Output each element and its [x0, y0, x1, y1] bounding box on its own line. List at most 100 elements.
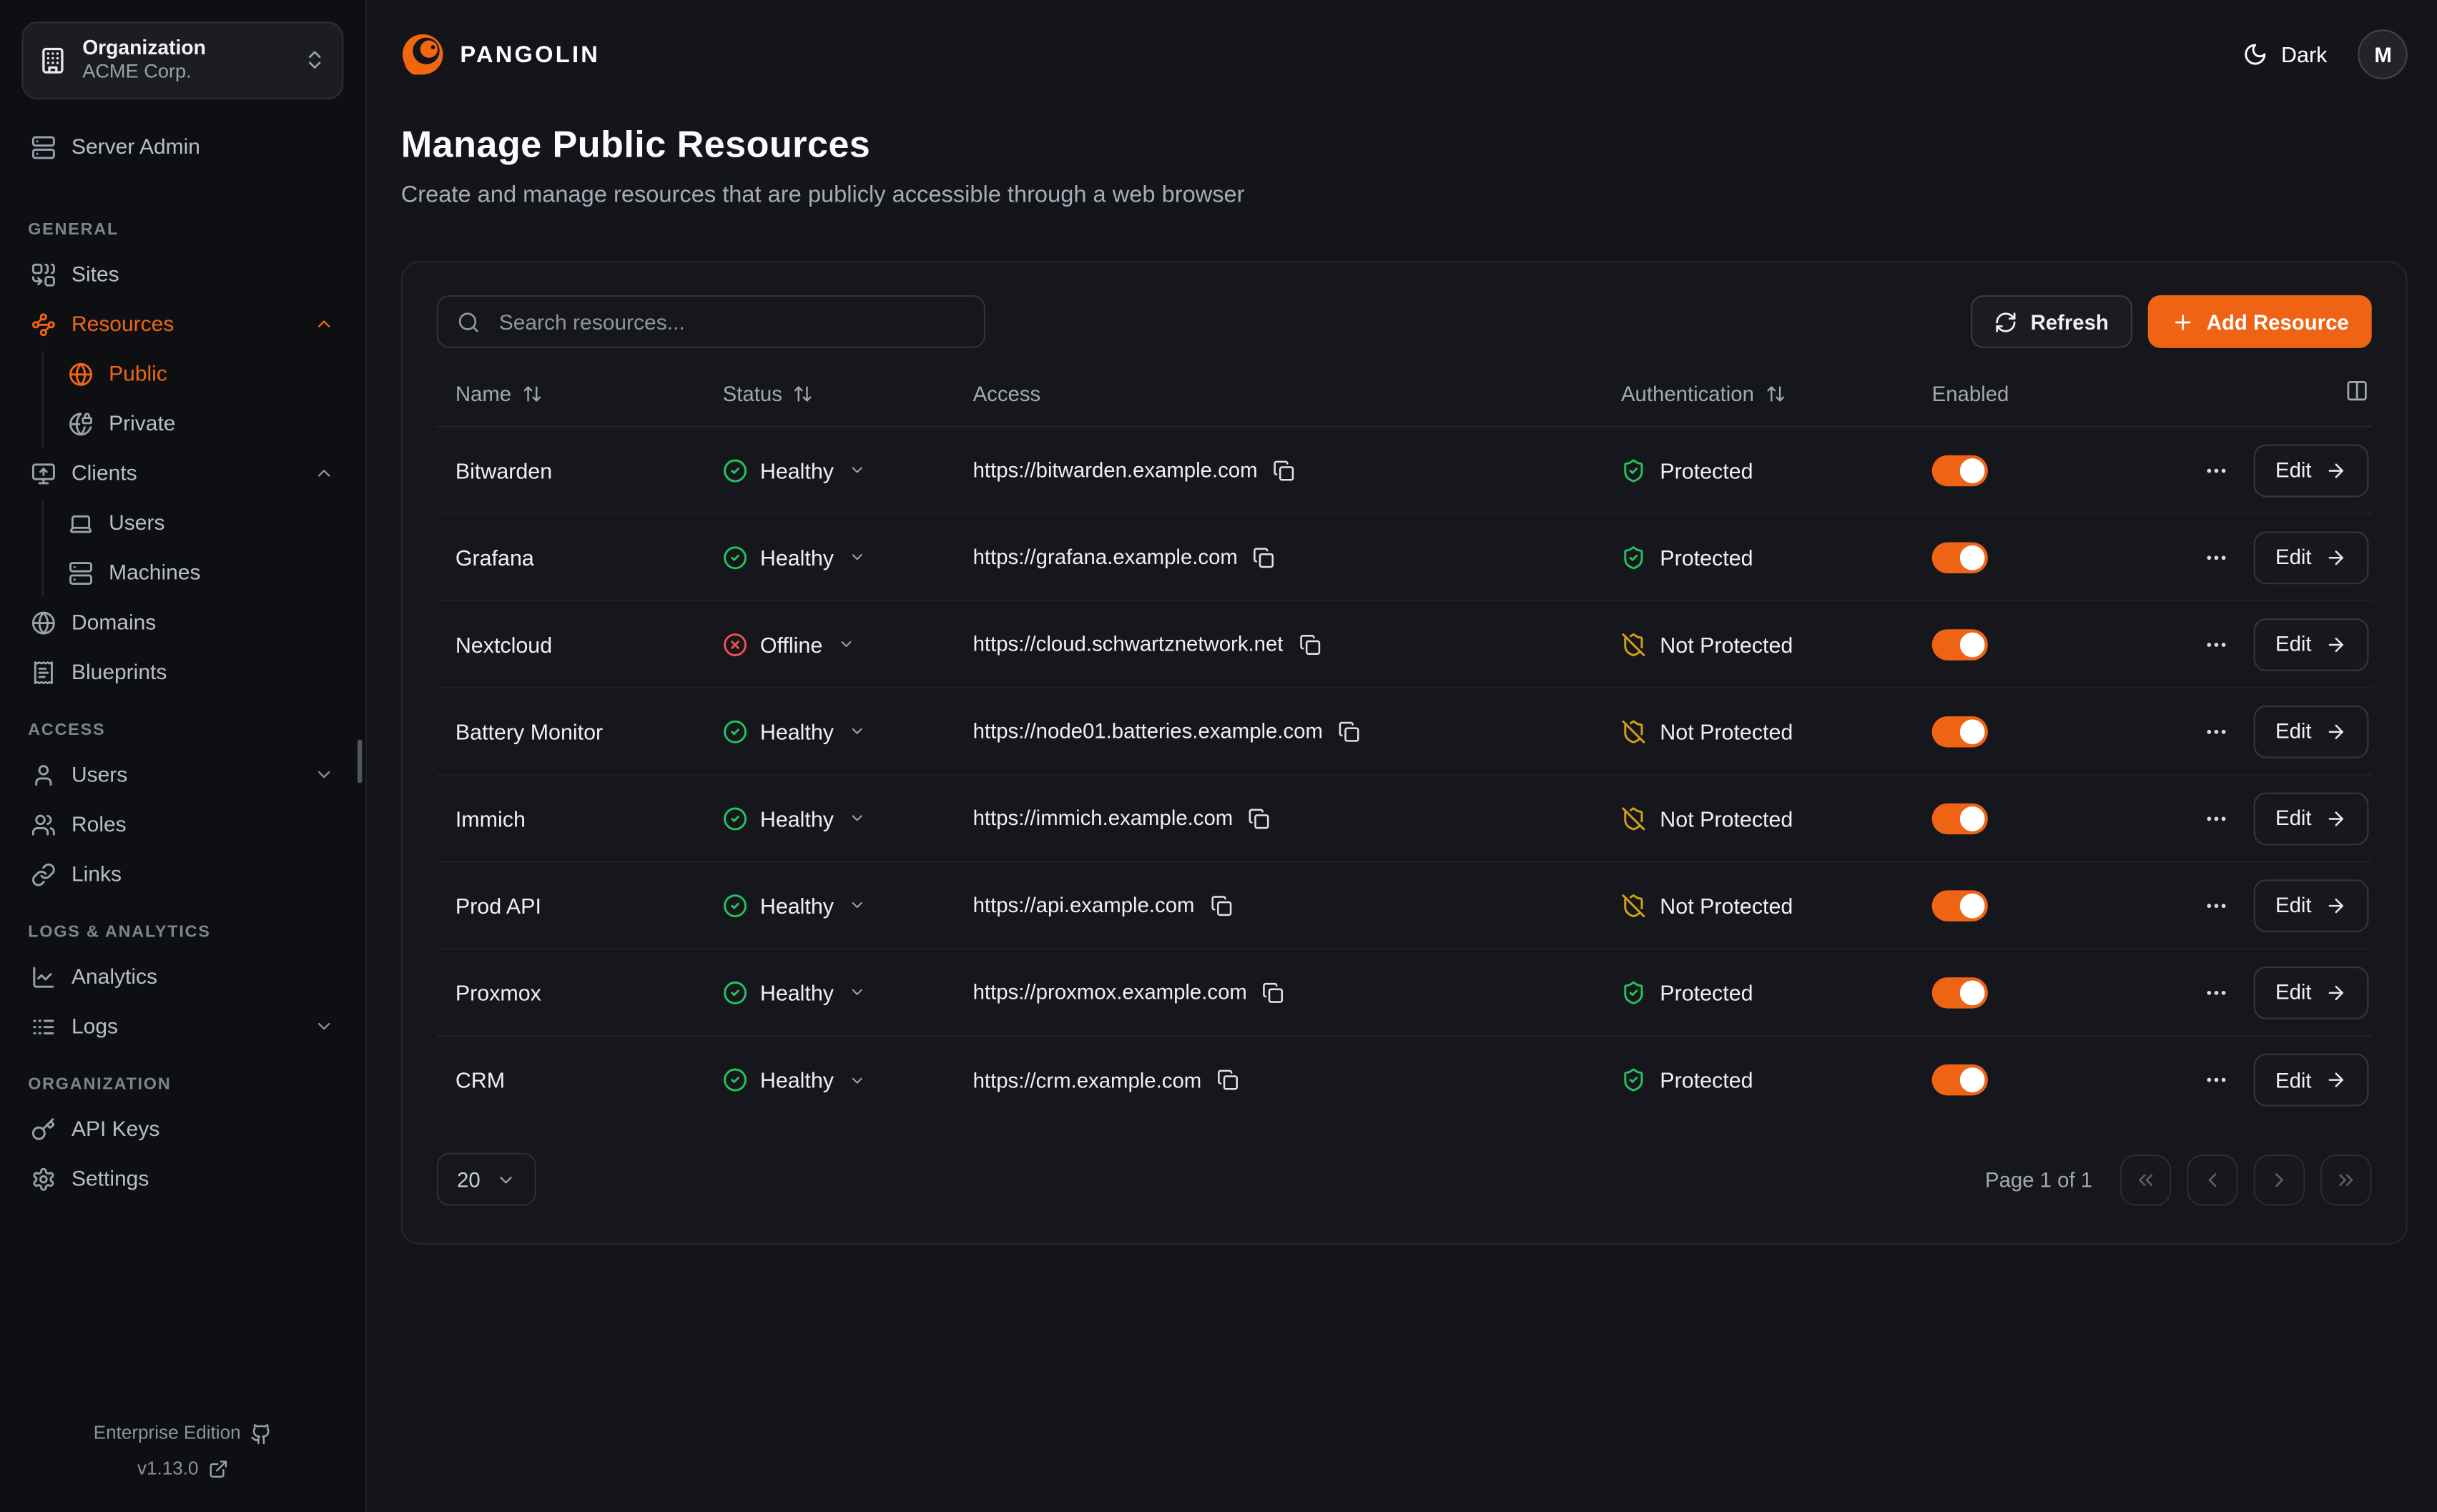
column-header-name[interactable]: Name — [437, 382, 704, 405]
sidebar-item-blueprints[interactable]: Blueprints — [21, 649, 343, 696]
row-more-button[interactable] — [2204, 979, 2229, 1004]
first-page-button[interactable] — [2120, 1154, 2172, 1205]
status-label: Healthy — [760, 893, 834, 918]
sidebar-item-sites[interactable]: Sites — [21, 252, 343, 298]
next-page-button[interactable] — [2254, 1154, 2305, 1205]
row-more-button[interactable] — [2204, 458, 2229, 483]
arrow-right-icon — [2325, 1069, 2347, 1090]
enabled-toggle[interactable] — [1932, 977, 1988, 1007]
enabled-toggle[interactable] — [1932, 541, 1988, 572]
add-resource-button[interactable]: Add Resource — [2147, 295, 2372, 348]
sort-icon[interactable] — [793, 383, 813, 403]
edit-button[interactable]: Edit — [2254, 791, 2369, 844]
row-more-button[interactable] — [2204, 893, 2229, 918]
status-dropdown[interactable]: Healthy — [704, 979, 955, 1004]
sidebar-item-private[interactable]: Private — [59, 400, 344, 447]
sidebar-item-roles[interactable]: Roles — [21, 801, 343, 848]
status-label: Offline — [760, 632, 822, 657]
status-dropdown[interactable]: Healthy — [704, 1067, 955, 1092]
access-cell: https://crm.example.com — [955, 1068, 1602, 1092]
enabled-toggle[interactable] — [1932, 803, 1988, 834]
version-row[interactable]: v1.13.0 — [21, 1451, 343, 1487]
copy-url-button[interactable] — [1254, 546, 1275, 568]
status-dropdown[interactable]: Healthy — [704, 458, 955, 483]
sidebar-item-settings[interactable]: Settings — [21, 1156, 343, 1202]
copy-url-button[interactable] — [1299, 633, 1320, 655]
avatar[interactable]: M — [2358, 29, 2408, 79]
chevron-left-icon — [2201, 1167, 2225, 1191]
sidebar-item-logs[interactable]: Logs — [21, 1004, 343, 1050]
column-header-authentication[interactable]: Authentication — [1602, 382, 1914, 405]
sidebar-item-machines[interactable]: Machines — [59, 550, 344, 596]
copy-url-button[interactable] — [1273, 459, 1294, 480]
edit-button[interactable]: Edit — [2254, 966, 2369, 1019]
enabled-toggle[interactable] — [1932, 628, 1988, 659]
prev-page-button[interactable] — [2187, 1154, 2239, 1205]
copy-url-button[interactable] — [1210, 894, 1231, 916]
sidebar-item-domains[interactable]: Domains — [21, 600, 343, 646]
globe-icon — [69, 362, 94, 387]
status-dropdown[interactable]: Healthy — [704, 718, 955, 743]
sort-icon[interactable] — [522, 383, 542, 403]
status-dropdown[interactable]: Healthy — [704, 806, 955, 831]
search-input[interactable] — [496, 308, 965, 335]
shield-check-icon — [1621, 979, 1646, 1004]
brand[interactable]: PANGOLIN — [401, 33, 600, 76]
column-settings-button[interactable] — [2345, 379, 2369, 407]
copy-url-button[interactable] — [1217, 1069, 1239, 1090]
row-actions: Edit — [2185, 791, 2372, 844]
chevron-down-icon — [838, 636, 855, 653]
edit-button[interactable]: Edit — [2254, 444, 2369, 497]
enabled-toggle[interactable] — [1932, 716, 1988, 746]
sidebar-item-analytics[interactable]: Analytics — [21, 954, 343, 1000]
sidebar-item-server-admin[interactable]: Server Admin — [21, 124, 343, 171]
sidebar-item-label: Server Admin — [72, 136, 334, 159]
refresh-button[interactable]: Refresh — [1971, 295, 2132, 348]
org-switcher[interactable]: Organization ACME Corp. — [21, 21, 343, 99]
column-header-status[interactable]: Status — [704, 382, 955, 405]
resource-url: https://api.example.com — [973, 894, 1195, 917]
column-label: Enabled — [1932, 382, 2009, 405]
page-indicator: Page 1 of 1 — [1985, 1167, 2092, 1191]
copy-url-button[interactable] — [1263, 982, 1284, 1003]
sort-icon[interactable] — [1765, 383, 1785, 403]
sidebar-item-api-keys[interactable]: API Keys — [21, 1106, 343, 1152]
edit-button[interactable]: Edit — [2254, 879, 2369, 932]
row-more-button[interactable] — [2204, 545, 2229, 570]
edition-row[interactable]: Enterprise Edition — [21, 1416, 343, 1452]
ellipsis-icon — [2204, 458, 2229, 483]
sidebar-scrollbar[interactable] — [358, 740, 363, 784]
last-page-button[interactable] — [2321, 1154, 2373, 1205]
sidebar-item-links[interactable]: Links — [21, 851, 343, 898]
sidebar-item-users[interactable]: Users — [21, 752, 343, 799]
page-size-select[interactable]: 20 — [437, 1153, 536, 1206]
main-content: PANGOLIN Dark M Manage Public Resources … — [367, 0, 2437, 1512]
access-cell: https://cloud.schwartznetwork.net — [955, 633, 1602, 656]
status-dropdown[interactable]: Healthy — [704, 893, 955, 918]
edit-button[interactable]: Edit — [2254, 705, 2369, 758]
enabled-toggle[interactable] — [1932, 455, 1988, 485]
sidebar-item-clients[interactable]: Clients — [21, 450, 343, 497]
edit-button[interactable]: Edit — [2254, 1054, 2369, 1107]
sidebar-item-label: Roles — [72, 814, 334, 837]
enabled-toggle[interactable] — [1932, 889, 1988, 920]
edit-button[interactable]: Edit — [2254, 530, 2369, 583]
github-icon — [250, 1423, 272, 1444]
edit-label: Edit — [2275, 980, 2312, 1004]
enabled-toggle[interactable] — [1932, 1064, 1988, 1095]
row-more-button[interactable] — [2204, 1067, 2229, 1092]
theme-toggle[interactable]: Dark — [2242, 42, 2328, 67]
sidebar-item-users[interactable]: Users — [59, 500, 344, 547]
sidebar-item-public[interactable]: Public — [59, 351, 344, 397]
table-row: Immich Healthy https://immich.example.co… — [437, 776, 2373, 863]
row-more-button[interactable] — [2204, 632, 2229, 657]
search-box — [437, 295, 985, 348]
status-dropdown[interactable]: Healthy — [704, 545, 955, 570]
copy-url-button[interactable] — [1339, 720, 1360, 741]
edit-button[interactable]: Edit — [2254, 618, 2369, 671]
copy-url-button[interactable] — [1249, 807, 1270, 829]
row-more-button[interactable] — [2204, 718, 2229, 743]
sidebar-item-resources[interactable]: Resources — [21, 301, 343, 347]
row-more-button[interactable] — [2204, 806, 2229, 831]
status-dropdown[interactable]: Offline — [704, 632, 955, 657]
